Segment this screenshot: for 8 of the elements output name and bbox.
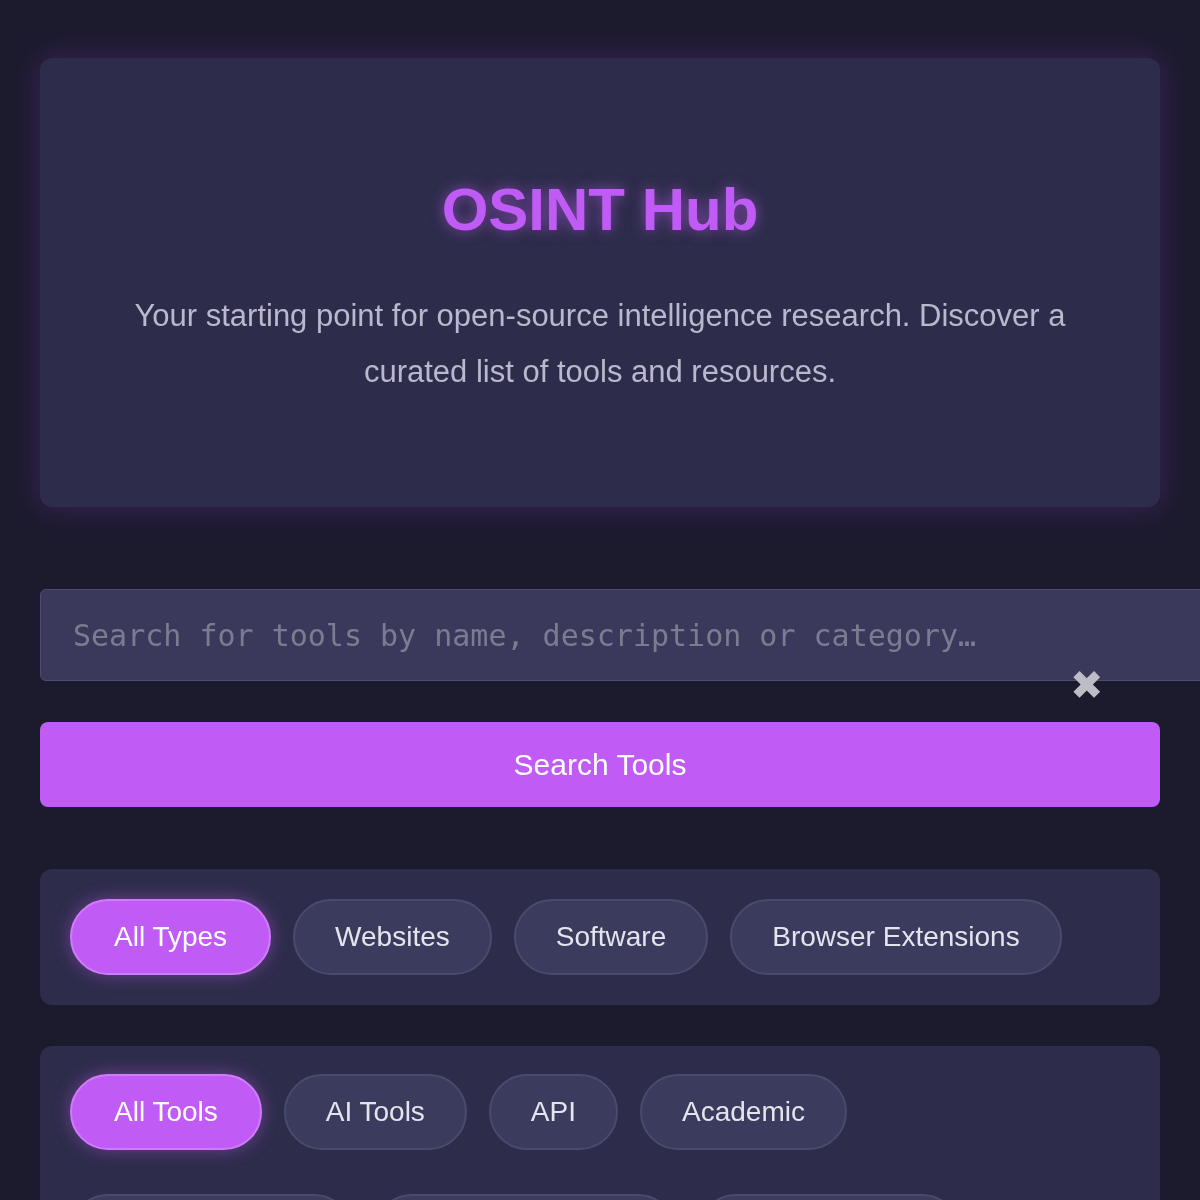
filter-chip[interactable]: Browser Extensions (730, 899, 1062, 975)
filter-chip[interactable]: Websites (293, 899, 492, 975)
filter-chip[interactable]: Academic (640, 1074, 847, 1150)
site-tagline: Your starting point for open-source intelligence research. Discover a curated list of tools and resources. (133, 297, 1067, 391)
site-title: OSINT Hub (441, 180, 759, 240)
filter-chip[interactable]: AI Tools (283, 1074, 467, 1150)
filter-chip[interactable]: API (488, 1074, 618, 1150)
filter-chip[interactable]: Software (513, 899, 709, 975)
